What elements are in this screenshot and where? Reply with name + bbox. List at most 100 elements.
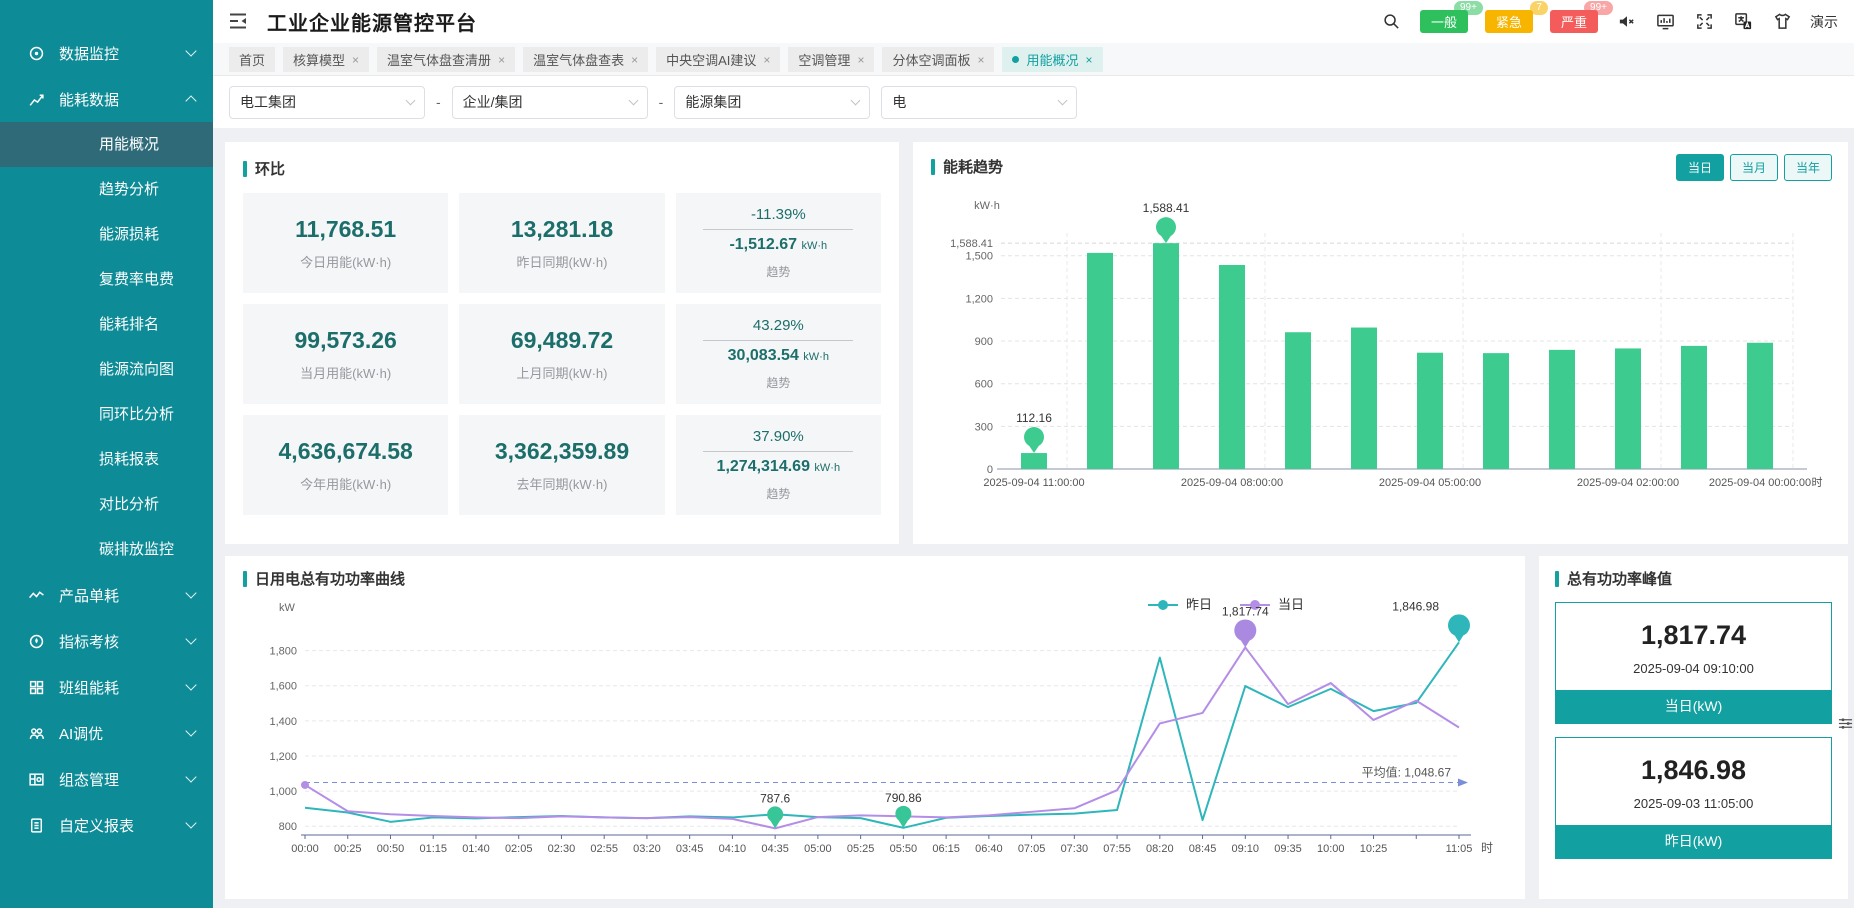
settings-tune-icon[interactable]: [1838, 716, 1854, 732]
svg-text:1,588.41: 1,588.41: [1143, 201, 1190, 215]
filter-select-group[interactable]: 电工集团: [229, 86, 425, 119]
sidebar-item-kpi[interactable]: 指标考核: [0, 618, 213, 664]
svg-text:时: 时: [1481, 841, 1493, 855]
sidebar-item-label: 自定义报表: [59, 815, 134, 836]
peak-card-label[interactable]: 昨日(kW): [1556, 825, 1831, 858]
sidebar-subitem[interactable]: 趋势分析: [0, 167, 213, 212]
peak-card-label[interactable]: 当日(kW): [1556, 690, 1831, 723]
tab-item[interactable]: 温室气体盘查清册: [377, 47, 515, 72]
sidebar-item-energy-data[interactable]: 能耗数据: [0, 76, 213, 122]
svg-text:kW: kW: [279, 602, 296, 614]
svg-text:1,000: 1,000: [269, 786, 297, 798]
close-tab-icon[interactable]: [763, 52, 770, 67]
sidebar-item-product-unit[interactable]: 产品单耗: [0, 572, 213, 618]
sidebar-subitem[interactable]: 能源损耗: [0, 212, 213, 257]
peak-card-today: 1,817.74 2025-09-04 09:10:00 当日(kW): [1555, 602, 1832, 724]
trend-percent: 37.90%: [753, 428, 804, 445]
svg-text:05:25: 05:25: [847, 843, 875, 855]
svg-text:1,846.98: 1,846.98: [1392, 599, 1439, 613]
language-icon[interactable]: [1732, 11, 1754, 33]
mute-icon[interactable]: [1615, 11, 1637, 33]
close-tab-icon[interactable]: [1086, 52, 1093, 67]
ring-comparison-panel: 环比 11,768.51 今日用能(kW·h) 13,281.18 昨日同期(k…: [225, 142, 899, 544]
svg-text:1,588.41: 1,588.41: [950, 238, 993, 250]
tab-item[interactable]: 温室气体盘查表: [523, 47, 648, 72]
stat-card-today: 11,768.51 今日用能(kW·h): [243, 193, 448, 293]
tab-item-active[interactable]: 用能概况: [1002, 47, 1102, 72]
sidebar-subitem[interactable]: 碳排放监控: [0, 527, 213, 572]
svg-text:08:20: 08:20: [1146, 843, 1174, 855]
range-button-month[interactable]: 当月: [1730, 154, 1778, 181]
collapse-menu-icon[interactable]: [227, 10, 251, 34]
close-tab-icon[interactable]: [857, 52, 864, 67]
range-button-year[interactable]: 当年: [1784, 154, 1832, 181]
chevron-down-icon: [185, 817, 196, 828]
tab-bar: 首页 核算模型 温室气体盘查清册 温室气体盘查表 中央空调AI建议 空调管理 分…: [213, 43, 1854, 76]
product-unit-icon: [26, 585, 46, 605]
chevron-down-icon: [185, 771, 196, 782]
power-curve-line-chart[interactable]: 8001,0001,2001,4001,6001,800kW00:0000:25…: [243, 589, 1507, 885]
close-tab-icon[interactable]: [352, 52, 359, 67]
close-tab-icon[interactable]: [631, 52, 638, 67]
trend-card-year: 37.90% 1,274,314.69 kW·h 趋势: [676, 415, 881, 515]
theme-shirt-icon[interactable]: [1771, 11, 1793, 33]
svg-text:1,600: 1,600: [269, 681, 297, 693]
sidebar-subitem[interactable]: 能源流向图: [0, 347, 213, 392]
stat-card-last-year: 3,362,359.89 去年同期(kW·h): [459, 415, 664, 515]
trend-percent: 43.29%: [753, 317, 804, 334]
svg-text:时: 时: [1812, 476, 1823, 489]
tab-item[interactable]: 分体空调面板: [882, 47, 994, 72]
sidebar-subitem[interactable]: 能耗排名: [0, 302, 213, 347]
close-tab-icon[interactable]: [498, 52, 505, 67]
svg-text:0: 0: [987, 464, 993, 476]
sidebar-subitem-active[interactable]: 用能概况: [0, 122, 213, 167]
tab-label: 空调管理: [798, 50, 850, 69]
divider: [703, 340, 853, 341]
svg-text:03:45: 03:45: [676, 843, 704, 855]
select-value: 能源集团: [685, 92, 741, 112]
svg-text:01:40: 01:40: [462, 843, 490, 855]
sidebar-item-custom-report[interactable]: 自定义报表: [0, 802, 213, 848]
user-name[interactable]: 演示: [1810, 12, 1838, 32]
svg-text:2025-09-04 02:00:00: 2025-09-04 02:00:00: [1577, 477, 1679, 489]
dashboard-screen-icon[interactable]: [1654, 11, 1676, 33]
alarm-badge-general[interactable]: 一般 99+: [1420, 10, 1468, 33]
svg-text:kW·h: kW·h: [974, 200, 1000, 212]
sidebar-item-data-monitor[interactable]: 数据监控: [0, 30, 213, 76]
sidebar-item-team-energy[interactable]: 班组能耗: [0, 664, 213, 710]
range-button-day[interactable]: 当日: [1676, 154, 1724, 181]
select-value: 企业/集团: [463, 92, 523, 112]
sidebar-item-scada[interactable]: 组态管理: [0, 756, 213, 802]
tab-home[interactable]: 首页: [229, 47, 275, 72]
tab-item[interactable]: 空调管理: [788, 47, 874, 72]
alarm-badge-urgent[interactable]: 紧急 7: [1485, 10, 1533, 33]
sidebar-item-ai-tuning[interactable]: AI调优: [0, 710, 213, 756]
energy-trend-panel: 能耗趋势 当日 当月 当年 03006009001,2001,5001,588.…: [913, 142, 1848, 544]
fullscreen-icon[interactable]: [1693, 11, 1715, 33]
select-value: 电工集团: [240, 92, 296, 112]
tab-label: 首页: [239, 50, 265, 69]
sidebar-item-label: 产品单耗: [59, 585, 119, 606]
tab-item[interactable]: 中央空调AI建议: [656, 47, 780, 72]
svg-text:06:15: 06:15: [932, 843, 960, 855]
panel-title: 环比: [243, 158, 881, 179]
sidebar-subitem[interactable]: 复费率电费: [0, 257, 213, 302]
energy-trend-bar-chart[interactable]: 03006009001,2001,5001,588.41kW·h2025-09-…: [931, 177, 1830, 511]
filter-select-energy-type[interactable]: 电: [881, 86, 1077, 119]
sidebar-subitem[interactable]: 对比分析: [0, 482, 213, 527]
alarm-badge-severe[interactable]: 严重 99+: [1550, 10, 1598, 33]
svg-text:790.86: 790.86: [885, 791, 922, 805]
peak-power-panel: 总有功功率峰值 1,817.74 2025-09-04 09:10:00 当日(…: [1539, 556, 1848, 899]
sidebar-item-label: 班组能耗: [59, 677, 119, 698]
filter-select-org[interactable]: 企业/集团: [452, 86, 648, 119]
trend-unit: kW·h: [802, 240, 828, 252]
filter-select-energy-group[interactable]: 能源集团: [674, 86, 870, 119]
tab-item[interactable]: 核算模型: [283, 47, 369, 72]
close-tab-icon[interactable]: [977, 52, 984, 67]
sidebar-subitem[interactable]: 同环比分析: [0, 392, 213, 437]
sidebar-subitem[interactable]: 损耗报表: [0, 437, 213, 482]
monitor-icon: [26, 43, 46, 63]
chevron-down-icon: [851, 96, 861, 106]
svg-text:09:35: 09:35: [1274, 843, 1302, 855]
search-icon[interactable]: [1381, 11, 1403, 33]
